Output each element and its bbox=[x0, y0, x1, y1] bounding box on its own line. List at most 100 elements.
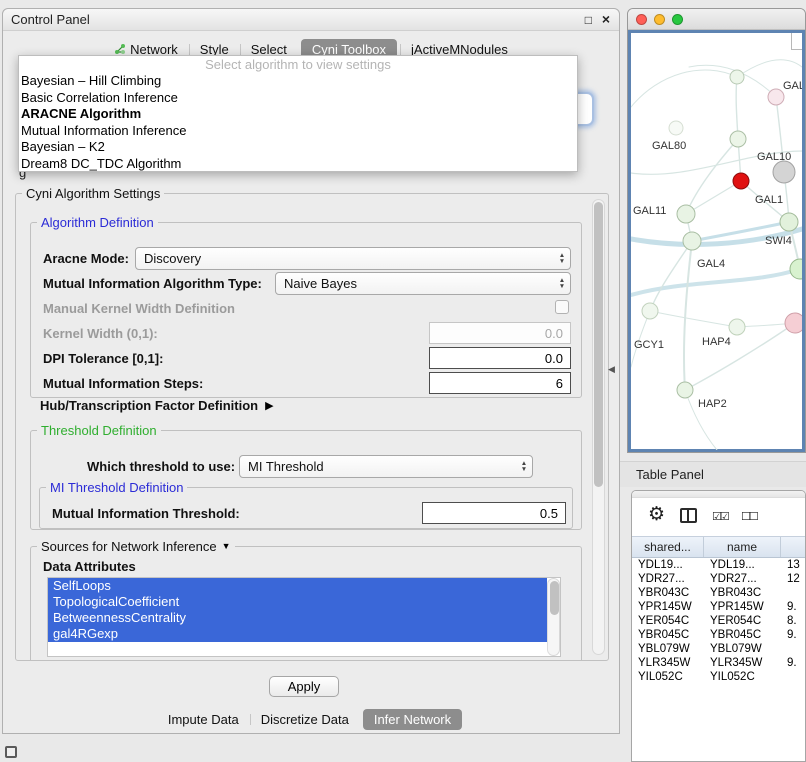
table-row[interactable]: YPR145WYPR145W9. bbox=[632, 600, 805, 614]
network-canvas[interactable]: GAL80GAL10GAL11GAL1SWI4GAL4GCY1HAP4HAP2G… bbox=[631, 33, 802, 450]
minimize-traffic-icon[interactable] bbox=[654, 14, 665, 25]
panel-title: Control Panel bbox=[11, 9, 90, 31]
node-label-gal4: GAL4 bbox=[697, 258, 725, 270]
network-scrollbar-fragment[interactable] bbox=[791, 33, 802, 50]
algorithm-option-mutual-information-inference[interactable]: Mutual Information Inference bbox=[19, 123, 577, 140]
table-row[interactable]: YDR27...YDR27...12 bbox=[632, 572, 805, 586]
network-node-gal1[interactable] bbox=[780, 213, 798, 231]
close-icon[interactable]: × bbox=[602, 11, 610, 27]
algorithm-option-bayesian-hill-climbing[interactable]: Bayesian – Hill Climbing bbox=[19, 73, 577, 90]
which-threshold-value: MI Threshold bbox=[240, 459, 516, 474]
list-scrollbar[interactable] bbox=[547, 578, 560, 656]
settings-scrollbar[interactable] bbox=[592, 199, 605, 655]
zoom-traffic-icon[interactable] bbox=[672, 14, 683, 25]
float-window-icon[interactable]: □ bbox=[585, 13, 592, 27]
table-row[interactable]: YIL052CYIL052C bbox=[632, 670, 805, 684]
panel-restore-icon[interactable] bbox=[5, 746, 17, 758]
apply-button[interactable]: Apply bbox=[269, 676, 339, 697]
table-row[interactable]: YBR045CYBR045C9. bbox=[632, 628, 805, 642]
settings-scrollbar-thumb[interactable] bbox=[594, 202, 603, 487]
kernel-width-input[interactable] bbox=[429, 322, 571, 344]
table-cell: 8. bbox=[781, 614, 805, 628]
combo-arrows-icon: ▲▼ bbox=[554, 253, 570, 264]
algorithm-option-aracne-algorithm[interactable]: ARACNE Algorithm bbox=[19, 106, 577, 123]
aracne-mode-select[interactable]: Discovery ▲▼ bbox=[135, 247, 571, 270]
network-window-titlebar bbox=[628, 9, 805, 30]
combo-arrows-icon: ▲▼ bbox=[554, 278, 570, 289]
algorithm-option-bayesian-k2[interactable]: Bayesian – K2 bbox=[19, 139, 577, 156]
network-view-window: GAL80GAL10GAL11GAL1SWI4GAL4GCY1HAP4HAP2G… bbox=[627, 8, 806, 453]
columns-icon[interactable] bbox=[680, 508, 697, 523]
table-cell: YDL19... bbox=[704, 558, 781, 572]
attribute-item-selfloops[interactable]: SelfLoops bbox=[48, 578, 547, 594]
table-cell bbox=[781, 586, 805, 600]
network-edge bbox=[737, 60, 802, 77]
sources-group-title: Sources for Network Inference bbox=[41, 539, 217, 554]
network-node-gal10[interactable] bbox=[733, 173, 749, 189]
node-label-hap4: HAP4 bbox=[702, 336, 731, 348]
network-edge bbox=[650, 311, 737, 327]
table-row[interactable]: YLR345WYLR345W9. bbox=[632, 656, 805, 670]
attribute-item-betweennesscentrality[interactable]: BetweennessCentrality bbox=[48, 610, 547, 626]
bottom-tab-discretize-data[interactable]: Discretize Data bbox=[250, 709, 360, 730]
table-row[interactable]: YBR043CYBR043C bbox=[632, 586, 805, 600]
network-node-gal4[interactable] bbox=[683, 232, 701, 250]
dpi-tolerance-input[interactable] bbox=[429, 347, 571, 369]
manual-kernel-checkbox[interactable] bbox=[555, 300, 569, 314]
combo-down-icon: ▼ bbox=[559, 284, 565, 290]
table-body: YDL19...YDL19...13YDR27...YDR27...12YBR0… bbox=[632, 558, 805, 684]
table-row[interactable]: YDL19...YDL19...13 bbox=[632, 558, 805, 572]
network-node-gcy1[interactable] bbox=[642, 303, 658, 319]
attribute-item-topologicalcoefficient[interactable]: TopologicalCoefficient bbox=[48, 594, 547, 610]
window-traffic-lights bbox=[636, 14, 683, 25]
aracne-mode-value: Discovery bbox=[136, 251, 554, 266]
column-header-shared[interactable]: shared... bbox=[632, 537, 704, 557]
network-edge bbox=[684, 241, 692, 390]
bottom-tab-impute-data[interactable]: Impute Data bbox=[157, 709, 250, 730]
column-header-name[interactable]: name bbox=[704, 537, 781, 557]
network-node-faint-top[interactable] bbox=[669, 121, 683, 135]
node-label-gal1: GAL1 bbox=[755, 194, 783, 206]
table-cell: YDR27... bbox=[704, 572, 781, 586]
aracne-mode-label: Aracne Mode: bbox=[43, 251, 129, 266]
mi-threshold-group: MI Threshold Definition Mutual Informati… bbox=[39, 487, 573, 529]
network-node-swi4[interactable] bbox=[790, 259, 802, 279]
close-traffic-icon[interactable] bbox=[636, 14, 647, 25]
network-node-top-1[interactable] bbox=[730, 70, 744, 84]
network-node-top-pink[interactable] bbox=[768, 89, 784, 105]
algorithm-option-basic-correlation-inference[interactable]: Basic Correlation Inference bbox=[19, 90, 577, 107]
mi-algorithm-type-select[interactable]: Naive Bayes ▲▼ bbox=[275, 272, 571, 295]
table-row[interactable]: YBL079WYBL079W bbox=[632, 642, 805, 656]
algorithm-option-dream8-dc-tdc-algorithm[interactable]: Dream8 DC_TDC Algorithm bbox=[19, 156, 577, 173]
gear-icon[interactable]: ⚙ bbox=[648, 503, 665, 526]
select-all-checkboxes-icon[interactable]: ☑☑ bbox=[712, 510, 728, 523]
hub-section-toggle[interactable]: Hub/Transcription Factor Definition ▶ bbox=[40, 398, 274, 413]
combo-down-icon: ▼ bbox=[559, 259, 565, 265]
network-node-gal11[interactable] bbox=[677, 205, 695, 223]
table-row[interactable]: YER054CYER054C8. bbox=[632, 614, 805, 628]
bottom-tab-bar: Impute DataDiscretize DataInfer Network bbox=[3, 707, 619, 731]
list-scrollbar-thumb[interactable] bbox=[550, 581, 559, 615]
attribute-item-gal4rgexp[interactable]: gal4RGexp bbox=[48, 626, 547, 642]
column-header-extra[interactable] bbox=[781, 537, 805, 557]
table-cell: YPR145W bbox=[632, 600, 704, 614]
which-threshold-select[interactable]: MI Threshold ▲▼ bbox=[239, 455, 533, 478]
mi-steps-input[interactable] bbox=[429, 372, 571, 394]
network-icon bbox=[114, 43, 126, 55]
network-node-hap2[interactable] bbox=[677, 382, 693, 398]
network-edge bbox=[631, 269, 800, 295]
clear-all-checkboxes-icon[interactable]: ☐☐ bbox=[741, 510, 757, 523]
threshold-definition-group: Threshold Definition Which threshold to … bbox=[30, 430, 582, 530]
bottom-tab-infer-network[interactable]: Infer Network bbox=[363, 709, 462, 730]
network-node-gal80[interactable] bbox=[730, 131, 746, 147]
network-node-gray-large[interactable] bbox=[773, 161, 795, 183]
network-node-mid-faint[interactable] bbox=[729, 319, 745, 335]
table-cell: YIL052C bbox=[632, 670, 704, 684]
splitter-collapse-icon[interactable]: ◀ bbox=[608, 364, 615, 375]
mi-threshold-input[interactable] bbox=[422, 502, 566, 524]
mi-threshold-label: Mutual Information Threshold: bbox=[52, 506, 240, 521]
data-attributes-list[interactable]: SelfLoopsTopologicalCoefficientBetweenne… bbox=[47, 577, 561, 657]
network-node-hap4[interactable] bbox=[785, 313, 802, 333]
node-label-gcy1: GCY1 bbox=[634, 339, 664, 351]
sources-group-title-row[interactable]: Sources for Network Inference ▼ bbox=[37, 539, 235, 554]
